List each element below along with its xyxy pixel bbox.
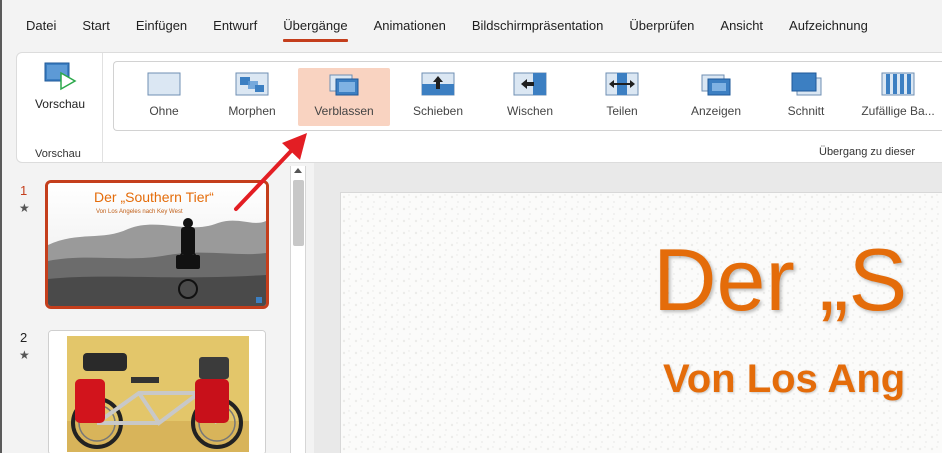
transition-fade[interactable]: Verblassen (298, 68, 390, 126)
preview-icon (44, 62, 77, 91)
fade-icon (329, 74, 359, 96)
slide-thumbnail-pane: 1 ★ Der „Southern Tier“ Von Los Angeles … (2, 163, 312, 453)
tab-entwurf[interactable]: Entwurf (213, 16, 257, 36)
tab-uebergaenge[interactable]: Übergänge (283, 16, 348, 42)
transition-label: Anzeigen (690, 104, 742, 118)
tab-bildschirmpraesentation[interactable]: Bildschirmpräsentation (472, 16, 604, 36)
transition-label: Wischen (506, 104, 553, 118)
powerpoint-window: Datei Start Einfügen Entwurf Übergänge A… (0, 0, 942, 453)
animation-star-icon: ★ (19, 201, 30, 215)
transition-label: Morphen (228, 104, 276, 118)
slide-number: 2 (20, 330, 28, 345)
preview-button-label: Vorschau (34, 97, 86, 111)
transition-label: Ohne (149, 104, 179, 118)
reveal-icon (701, 74, 731, 96)
preview-button[interactable]: Vorschau (25, 61, 95, 125)
transition-label: Verblassen (314, 104, 374, 118)
transition-label: Schnitt (787, 104, 825, 118)
slide-title[interactable]: Der „S (653, 229, 907, 331)
scroll-up-arrow-icon[interactable] (294, 168, 302, 173)
split-icon (605, 72, 639, 96)
animation-star-icon: ★ (19, 348, 30, 362)
tab-ansicht[interactable]: Ansicht (720, 16, 763, 36)
random-bars-icon (881, 72, 915, 96)
tab-ueberpruefen[interactable]: Überprüfen (629, 16, 694, 36)
ribbon-tabs: Datei Start Einfügen Entwurf Übergänge A… (2, 0, 942, 52)
transition-morph[interactable]: Morphen (206, 68, 298, 126)
slide-number: 1 (20, 183, 28, 198)
morph-icon (235, 72, 269, 96)
slide-1-title: Der „Southern Tier“ (94, 189, 214, 205)
ribbon-panel: Vorschau Vorschau Ohne Morphen Verblasse… (16, 52, 942, 164)
preview-group-label: Vorschau (35, 148, 81, 160)
slide-thumbnail-2[interactable] (48, 330, 266, 453)
preview-group: Vorschau Vorschau (17, 53, 103, 164)
scroll-thumb[interactable] (293, 180, 304, 246)
transition-cut[interactable]: Schnitt (760, 68, 852, 126)
transition-reveal[interactable]: Anzeigen (670, 68, 762, 126)
slide-1-subtitle: Von Los Angeles nach Key West (96, 209, 183, 215)
cut-icon (791, 72, 822, 96)
slide-2-preview (49, 331, 265, 453)
transition-label: Zufällige Ba... (861, 104, 935, 118)
wipe-icon (513, 72, 547, 96)
transition-gallery: Ohne Morphen Verblassen Schieben Wischen… (113, 61, 942, 131)
transition-label: Teilen (606, 104, 638, 118)
transition-label: Schieben (412, 104, 464, 118)
transitions-group-label: Übergang zu dieser (819, 146, 916, 158)
push-icon (421, 72, 455, 96)
transition-wipe[interactable]: Wischen (484, 68, 576, 126)
transition-none[interactable]: Ohne (118, 68, 210, 126)
tab-animationen[interactable]: Animationen (374, 16, 446, 36)
transition-random-bars[interactable]: Zufällige Ba... (852, 68, 942, 126)
thumbnail-scrollbar[interactable] (290, 166, 306, 453)
slide-subtitle[interactable]: Von Los Ang (663, 357, 905, 402)
slide-thumbnail-1[interactable]: Der „Southern Tier“ Von Los Angeles nach… (45, 180, 269, 309)
transition-split[interactable]: Teilen (576, 68, 668, 126)
tab-start[interactable]: Start (82, 16, 109, 36)
current-slide[interactable]: Der „S Von Los Ang (340, 192, 942, 453)
tab-einfuegen[interactable]: Einfügen (136, 16, 187, 36)
transition-push[interactable]: Schieben (392, 68, 484, 126)
none-icon (147, 72, 181, 96)
tab-aufzeichnung[interactable]: Aufzeichnung (789, 16, 868, 36)
tab-datei[interactable]: Datei (26, 16, 56, 36)
